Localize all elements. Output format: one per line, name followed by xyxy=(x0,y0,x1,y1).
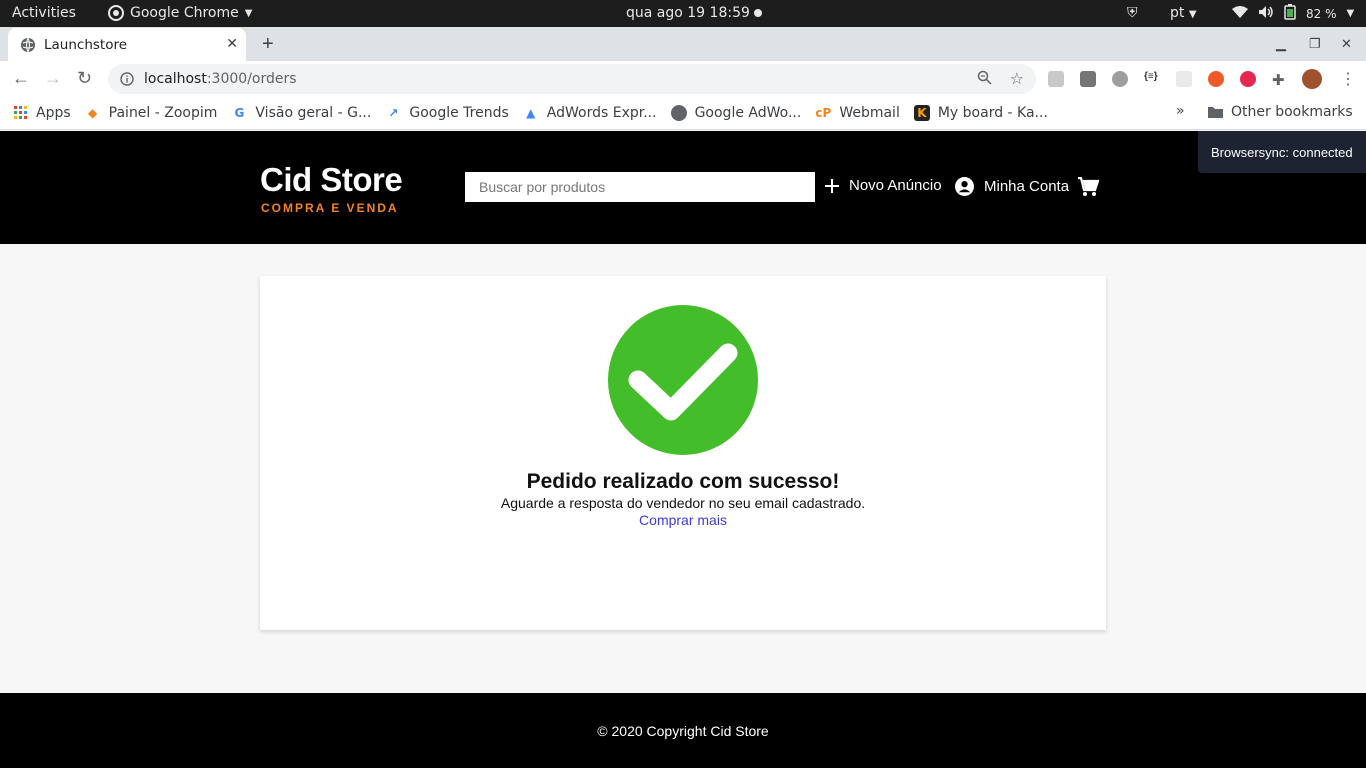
success-title: Pedido realizado com sucesso! xyxy=(526,470,840,493)
zopim-icon: ◆ xyxy=(88,106,98,120)
url-path: :3000/orders xyxy=(206,71,297,87)
bookmark-zoopim[interactable]: ◆ Painel - Zoopim xyxy=(85,105,218,121)
reload-button[interactable]: ↻ xyxy=(77,68,92,89)
google-icon: G xyxy=(234,106,245,120)
bookmark-webmail[interactable]: cP Webmail xyxy=(815,105,900,121)
account-link[interactable]: Minha Conta xyxy=(955,177,1069,196)
bookmarks-overflow-button[interactable]: » xyxy=(1176,103,1185,119)
bookmark-star-icon[interactable]: ☆ xyxy=(1010,69,1024,88)
bookmark-label: Visão geral - G... xyxy=(255,105,372,121)
site-logo[interactable]: Cid Store xyxy=(260,161,403,199)
restore-button[interactable]: ❐ xyxy=(1309,36,1321,52)
json-extension-icon[interactable]: {≡} xyxy=(1144,71,1160,87)
chevron-down-icon: ▼ xyxy=(1346,8,1355,19)
bookmark-label: Webmail xyxy=(839,105,900,121)
other-bookmarks[interactable]: Other bookmarks xyxy=(1208,104,1353,120)
new-ad-link[interactable]: Novo Anúncio xyxy=(825,177,942,194)
tab-launchstore[interactable]: Launchstore ✕ xyxy=(8,28,246,61)
chevron-down-icon: ▼ xyxy=(244,7,253,19)
system-menu[interactable]: 82 % ▼ xyxy=(1232,4,1354,23)
kanban-icon: K xyxy=(913,105,930,121)
new-ad-label: Novo Anúncio xyxy=(849,177,942,194)
check-circle-icon xyxy=(608,305,758,455)
window-close-button[interactable]: ✕ xyxy=(1341,36,1352,52)
cart-icon xyxy=(1078,177,1099,196)
other-bookmarks-label: Other bookmarks xyxy=(1231,104,1353,120)
battery-icon xyxy=(1284,4,1296,23)
cpanel-icon: cP xyxy=(815,106,832,120)
bookmarks-bar: Apps ◆ Painel - Zoopim G Visão geral - G..… xyxy=(0,97,1366,130)
chrome-icon xyxy=(108,5,124,21)
product-search-input[interactable] xyxy=(465,172,815,202)
account-icon xyxy=(955,177,974,196)
system-top-bar: Activities Google Chrome ▼ qua ago 19 18… xyxy=(0,0,1366,27)
kebab-menu-icon[interactable]: ⋮ xyxy=(1340,69,1356,89)
bookmark-visao-geral[interactable]: G Visão geral - G... xyxy=(231,105,371,121)
minimize-button[interactable]: ▁ xyxy=(1276,36,1286,52)
url-host: localhost xyxy=(144,71,207,87)
language-selector[interactable]: pt ▼ xyxy=(1170,5,1197,21)
zoom-icon[interactable] xyxy=(977,70,992,89)
globe-icon xyxy=(670,105,687,121)
volume-icon xyxy=(1258,5,1274,22)
app-menu[interactable]: Google Chrome ▼ xyxy=(108,5,252,21)
info-icon[interactable] xyxy=(120,72,134,86)
back-button[interactable]: ← xyxy=(12,68,30,89)
globe-icon xyxy=(21,37,35,52)
bookmark-label: Painel - Zoopim xyxy=(108,105,218,121)
bookmark-label: Google AdWo... xyxy=(694,105,802,121)
bookmark-label: Apps xyxy=(36,105,71,121)
notification-dot xyxy=(754,9,762,17)
shield-icon[interactable]: ⛨ xyxy=(1127,5,1138,21)
bookmark-google-adwords[interactable]: Google AdWo... xyxy=(670,105,802,121)
tab-strip: Launchstore ✕ xyxy=(0,27,1366,61)
activities-button[interactable]: Activities xyxy=(12,5,76,21)
clock[interactable]: qua ago 19 18:59 xyxy=(626,5,750,21)
bookmark-adwords-express[interactable]: ▲ AdWords Expr... xyxy=(523,105,657,121)
extension-icon[interactable] xyxy=(1240,71,1256,87)
app-name: Google Chrome xyxy=(130,5,239,21)
success-subtitle: Aguarde a resposta do vendedor no seu em… xyxy=(500,495,866,511)
cart-link[interactable] xyxy=(1077,177,1099,197)
trends-icon: ↗ xyxy=(388,106,399,120)
bookmark-apps[interactable]: Apps xyxy=(14,105,71,121)
address-bar[interactable]: localhost:3000/orders ☆ xyxy=(108,64,1036,94)
close-icon[interactable]: ✕ xyxy=(226,36,238,52)
apps-grid-icon xyxy=(14,106,27,119)
copyright-text: © 2020 Copyright Cid Store xyxy=(597,722,769,739)
extension-icon[interactable] xyxy=(1176,71,1192,87)
site-footer: © 2020 Copyright Cid Store xyxy=(0,693,1366,768)
camera-icon[interactable] xyxy=(1112,71,1128,87)
account-label: Minha Conta xyxy=(984,178,1070,195)
browsersync-notification: Browsersync: connected xyxy=(1198,131,1366,173)
extension-icon[interactable] xyxy=(1048,71,1064,87)
new-tab-button[interactable]: + xyxy=(262,33,274,56)
bookmark-label: Google Trends xyxy=(409,105,509,121)
wifi-icon xyxy=(1232,5,1248,22)
plus-icon xyxy=(825,178,839,193)
forward-button[interactable]: → xyxy=(44,68,62,89)
bookmark-my-board[interactable]: K My board - Ka... xyxy=(913,105,1048,121)
bookmark-label: AdWords Expr... xyxy=(546,105,657,121)
tab-title: Launchstore xyxy=(44,36,128,53)
puzzle-icon[interactable]: ✚ xyxy=(1272,71,1288,89)
profile-avatar[interactable] xyxy=(1302,69,1322,89)
buy-more-link[interactable]: Comprar mais xyxy=(0,512,1366,528)
battery-level: 82 % xyxy=(1306,6,1337,21)
extension-icon[interactable] xyxy=(1080,71,1096,87)
language-label: pt xyxy=(1170,5,1185,21)
bookmark-google-trends[interactable]: ↗ Google Trends xyxy=(385,105,508,121)
folder-icon xyxy=(1208,107,1223,118)
adwords-icon: ▲ xyxy=(526,106,536,120)
site-tagline: COMPRA E VENDA xyxy=(261,201,399,215)
chevron-down-icon: ▼ xyxy=(1188,9,1197,20)
extension-icon[interactable] xyxy=(1208,71,1224,87)
bookmark-label: My board - Ka... xyxy=(937,105,1048,121)
